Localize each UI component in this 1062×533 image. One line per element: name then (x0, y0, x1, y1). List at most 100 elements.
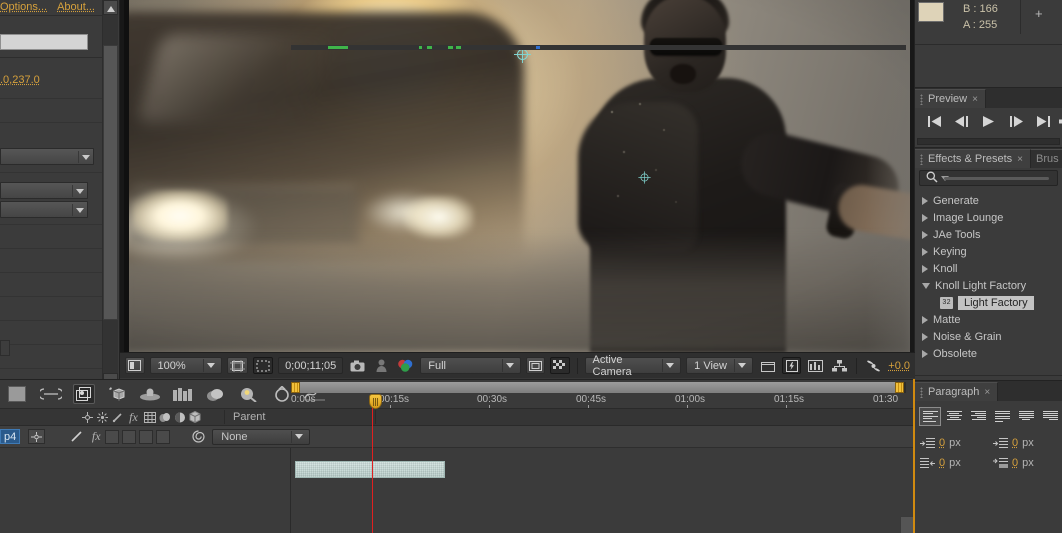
chevron-right-icon[interactable] (922, 265, 928, 273)
frame-blending-icon[interactable] (172, 384, 194, 404)
chevron-right-icon[interactable] (922, 231, 928, 239)
exposure-value[interactable]: +0.0 (888, 360, 910, 372)
effects-category-jae-tools[interactable]: JAe Tools (915, 226, 1062, 243)
person-icon[interactable] (372, 357, 391, 374)
motion-blur-icon[interactable] (205, 384, 227, 404)
current-time-indicator-handle[interactable] (369, 394, 382, 409)
effects-category-knoll[interactable]: Knoll (915, 260, 1062, 277)
close-icon[interactable]: × (984, 387, 990, 398)
layer-duration-bar[interactable] (295, 461, 445, 478)
chevron-right-icon[interactable] (922, 197, 928, 205)
timeline-graph-area[interactable] (0, 448, 915, 533)
effects-category-noise-and-grain[interactable]: Noise & Grain (915, 328, 1062, 345)
space-before-field[interactable]: 0 px (988, 457, 1061, 469)
indent-left-field[interactable]: 0 px (915, 437, 988, 449)
work-area-end-handle[interactable] (895, 382, 904, 393)
layer-switch-4[interactable] (156, 430, 170, 444)
justify-last-center-button[interactable] (1015, 407, 1037, 426)
resolution-select[interactable]: Full (420, 357, 520, 374)
justify-last-right-button[interactable] (1039, 407, 1061, 426)
pixel-aspect-icon[interactable] (758, 357, 777, 374)
frame-blend-icon[interactable] (142, 410, 157, 424)
layer-switch-1[interactable] (105, 430, 119, 444)
effects-category-keying[interactable]: Keying (915, 243, 1062, 260)
parent-pickwhip-icon[interactable] (191, 430, 206, 444)
scroll-up-button[interactable] (103, 0, 118, 15)
tab-effects-and-presets[interactable]: Effects & Presets × (915, 149, 1031, 168)
composition-viewer[interactable] (120, 0, 915, 352)
indent-right-value[interactable]: 0 (1012, 437, 1018, 449)
region-of-interest-icon[interactable] (526, 357, 546, 374)
layer-name[interactable]: p4 (0, 429, 20, 444)
solo-icon[interactable] (95, 410, 110, 424)
current-time-field[interactable]: 0;00;11;05 (278, 357, 343, 374)
justify-last-left-button[interactable] (991, 407, 1013, 426)
layer-switch-3[interactable] (139, 430, 153, 444)
transparency-grid-icon[interactable] (550, 357, 570, 374)
motion-blur-toggle-icon[interactable] (73, 384, 95, 404)
chevron-right-icon[interactable] (922, 316, 928, 324)
motion-blur-col-icon[interactable] (157, 410, 172, 424)
timeline-layer-row[interactable]: p4 fx None (0, 426, 915, 448)
secondary-control-point[interactable] (638, 171, 650, 183)
align-left-button[interactable] (919, 407, 941, 426)
effects-category-generate[interactable]: Generate (915, 192, 1062, 209)
tab-brushes[interactable]: Brus (1031, 149, 1062, 168)
brainstorm-icon[interactable] (271, 384, 293, 404)
options-link[interactable]: Options... (0, 1, 47, 13)
close-icon[interactable]: × (1017, 154, 1023, 165)
indent-right-field[interactable]: 0 px (988, 437, 1061, 449)
chevron-right-icon[interactable] (922, 248, 928, 256)
last-frame-icon[interactable] (1036, 115, 1051, 130)
effects-category-image-lounge[interactable]: Image Lounge (915, 209, 1062, 226)
lock-icon[interactable] (110, 410, 125, 424)
first-frame-icon[interactable] (927, 115, 942, 130)
3d-layer-icon[interactable] (187, 410, 202, 424)
zoom-level-select[interactable]: 100% (150, 357, 223, 374)
tab-grip[interactable] (920, 154, 923, 165)
chevron-right-icon[interactable] (922, 214, 928, 222)
flowchart-icon[interactable] (830, 357, 849, 374)
current-time-indicator[interactable] (372, 405, 373, 533)
indent-first-line-field[interactable]: 0 px (915, 457, 988, 469)
scrollbar-thumb[interactable] (103, 45, 118, 320)
preview-scrollbar[interactable] (917, 138, 1060, 145)
adjustment-layer-icon[interactable] (172, 410, 187, 424)
chevron-right-icon[interactable] (922, 350, 928, 358)
tab-grip[interactable] (920, 387, 923, 398)
indent-first-line-value[interactable]: 0 (939, 457, 945, 469)
close-icon[interactable]: × (972, 94, 978, 105)
layer-lock-toggle[interactable] (67, 430, 87, 444)
next-frame-icon[interactable] (1008, 115, 1024, 130)
parent-select[interactable]: None (212, 429, 310, 445)
shy-layers-icon[interactable] (139, 384, 161, 404)
layer-audio-toggle[interactable] (28, 429, 45, 444)
effects-list[interactable]: Generate Image Lounge JAe Tools Keying K… (915, 192, 1062, 364)
work-area-bar[interactable] (291, 382, 906, 393)
views-select[interactable]: 1 View (686, 357, 753, 374)
search-input[interactable] (919, 170, 1058, 186)
indent-left-value[interactable]: 0 (939, 437, 945, 449)
effects-category-obsolete[interactable]: Obsolete (915, 345, 1062, 362)
effect-controls-scrollbar[interactable] (103, 0, 118, 388)
link-tool-icon[interactable] (40, 384, 62, 404)
align-center-button[interactable] (943, 407, 965, 426)
view-layout-select[interactable]: Active Camera (585, 357, 682, 374)
space-before-value[interactable]: 0 (1012, 457, 1018, 469)
work-area-start-handle[interactable] (291, 382, 300, 393)
effect-dropdown-1[interactable] (0, 148, 94, 165)
effect-checkbox[interactable] (0, 340, 10, 356)
about-link[interactable]: About... (57, 1, 95, 13)
channels-icon[interactable] (396, 357, 415, 374)
grid-guides-icon[interactable] (227, 357, 247, 374)
align-right-button[interactable] (967, 407, 989, 426)
mask-visibility-icon[interactable] (253, 357, 273, 374)
3d-renderer-icon[interactable] (106, 384, 128, 404)
chevron-down-icon[interactable] (922, 283, 930, 289)
camera-icon[interactable] (348, 357, 367, 374)
tab-grip[interactable] (920, 94, 923, 105)
play-icon[interactable] (982, 115, 996, 130)
effect-item-light-factory[interactable]: 32 Light Factory (915, 294, 1062, 311)
always-preview-icon[interactable] (125, 357, 145, 374)
effect-text-field[interactable] (0, 34, 88, 50)
